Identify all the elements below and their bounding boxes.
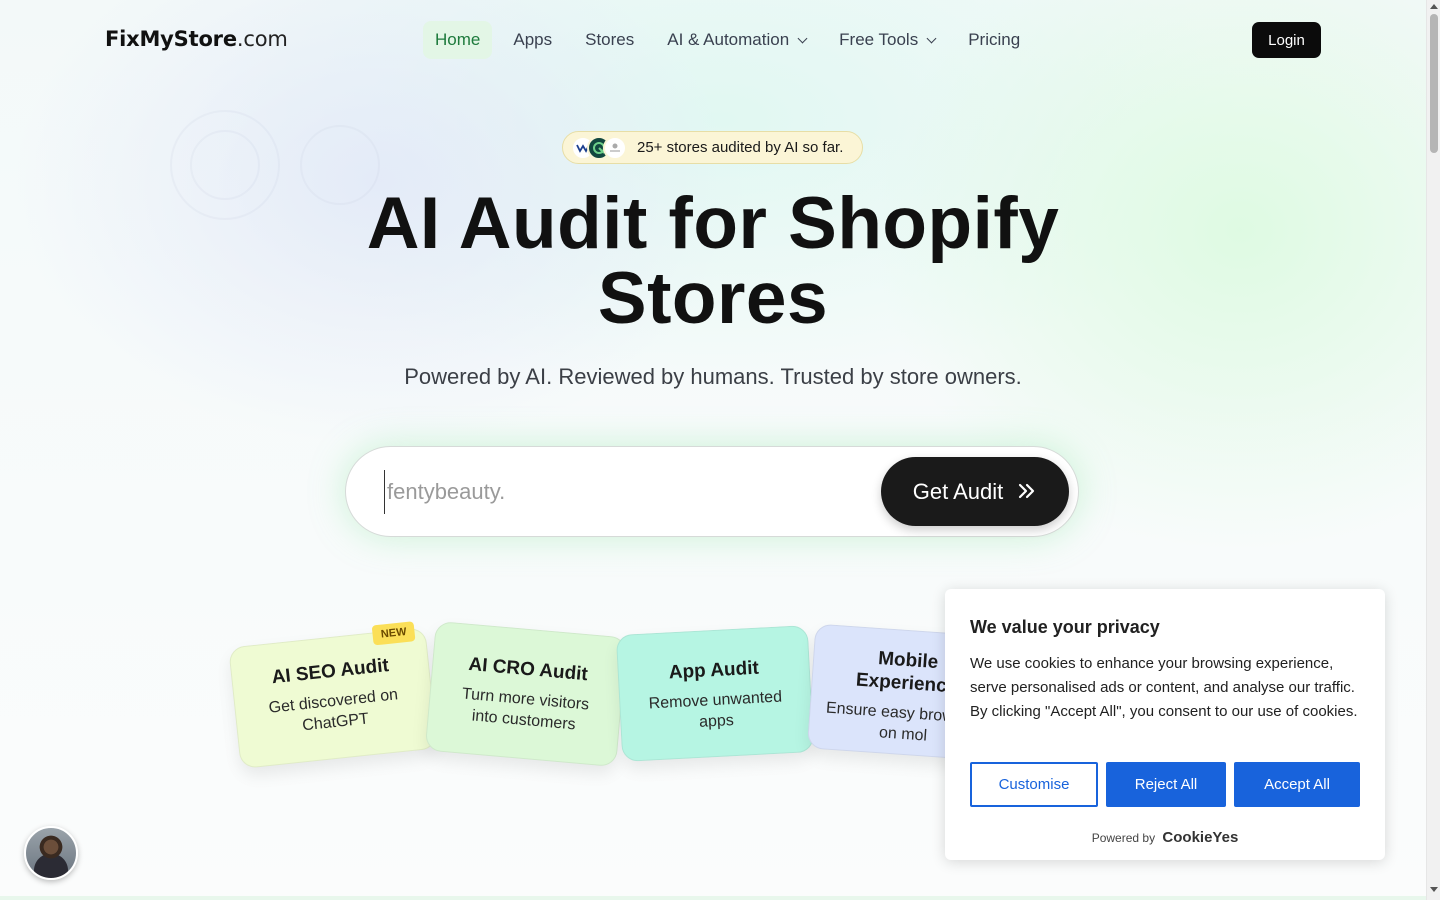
- hero-subtitle: Powered by AI. Reviewed by humans. Trust…: [404, 364, 1022, 389]
- card-subtitle: Turn more visitors into customers: [461, 685, 590, 734]
- customise-button[interactable]: Customise: [970, 762, 1098, 807]
- accept-all-button[interactable]: Accept All: [1234, 762, 1360, 807]
- badge-text: 25+ stores audited by AI so far.: [637, 139, 844, 156]
- store-logos: [571, 135, 627, 160]
- new-tag: NEW: [371, 621, 416, 646]
- hero-title: AI Audit for Shopify Stores: [300, 186, 1126, 336]
- chevron-down-icon: [797, 33, 808, 43]
- ai-seo-audit-card[interactable]: NEW AI SEO Audit Get discovered on ChatG…: [228, 621, 438, 770]
- stores-audited-badge: 25+ stores audited by AI so far.: [562, 131, 863, 164]
- cookie-body: We use cookies to enhance your browsing …: [970, 655, 1358, 720]
- cookie-consent-banner: We value your privacy We use cookies to …: [945, 589, 1385, 860]
- nav-label: Free Tools: [839, 30, 919, 49]
- powered-by-text: Powered by: [1091, 831, 1156, 845]
- double-chevron-right-icon: [1017, 478, 1037, 506]
- store-logo-icon: [603, 135, 627, 160]
- store-url-search-bar: Get Audit: [345, 446, 1079, 537]
- cookieyes-logo[interactable]: CookieYes: [1162, 829, 1238, 846]
- hero-title-line-2: Stores: [597, 258, 829, 339]
- nav-ai-automation[interactable]: AI & Automation: [655, 21, 818, 59]
- nav-label: Apps: [513, 30, 553, 49]
- logo-domain: .com: [236, 27, 288, 51]
- store-url-input[interactable]: [384, 470, 864, 514]
- background-ripple: [190, 130, 260, 200]
- main-nav: Home Apps Stores AI & Automation Free To…: [423, 21, 1041, 59]
- page-bottom-edge: [0, 896, 1426, 900]
- reject-all-button[interactable]: Reject All: [1106, 762, 1226, 807]
- nav-label: Stores: [585, 30, 635, 49]
- app-audit-card[interactable]: App Audit Remove unwanted apps: [615, 625, 815, 762]
- card-subtitle: Get discovered on ChatGPT: [267, 686, 399, 735]
- site-logo[interactable]: FixMyStore.com: [105, 27, 288, 51]
- nav-apps[interactable]: Apps: [501, 21, 564, 59]
- page-scrollbar[interactable]: [1426, 0, 1440, 900]
- scroll-up-arrow-icon[interactable]: [1430, 4, 1438, 9]
- logo-name: FixMyStore: [105, 27, 237, 51]
- scrollbar-thumb[interactable]: [1430, 14, 1438, 153]
- scroll-down-arrow-icon[interactable]: [1430, 887, 1438, 892]
- get-audit-button[interactable]: Get Audit: [881, 457, 1069, 526]
- nav-stores[interactable]: Stores: [573, 21, 646, 59]
- nav-free-tools[interactable]: Free Tools: [827, 21, 947, 59]
- card-title: App Audit: [668, 657, 760, 684]
- card-subtitle: Remove unwanted apps: [648, 688, 783, 731]
- nav-pricing[interactable]: Pricing: [956, 21, 1032, 59]
- get-audit-label: Get Audit: [912, 478, 1004, 504]
- nav-label: AI & Automation: [667, 30, 790, 49]
- chevron-down-icon: [926, 33, 937, 43]
- powered-by: Powered by CookieYes: [945, 829, 1385, 846]
- chat-avatar[interactable]: [24, 826, 78, 880]
- nav-home[interactable]: Home: [423, 21, 493, 59]
- hero-title-line-1: AI Audit for Shopify: [366, 183, 1060, 264]
- nav-label: Pricing: [968, 30, 1021, 49]
- nav-label: Home: [435, 30, 481, 49]
- cookie-title: We value your privacy: [970, 617, 1160, 637]
- login-button[interactable]: Login: [1252, 22, 1321, 58]
- ai-cro-audit-card[interactable]: AI CRO Audit Turn more visitors into cus…: [424, 620, 628, 768]
